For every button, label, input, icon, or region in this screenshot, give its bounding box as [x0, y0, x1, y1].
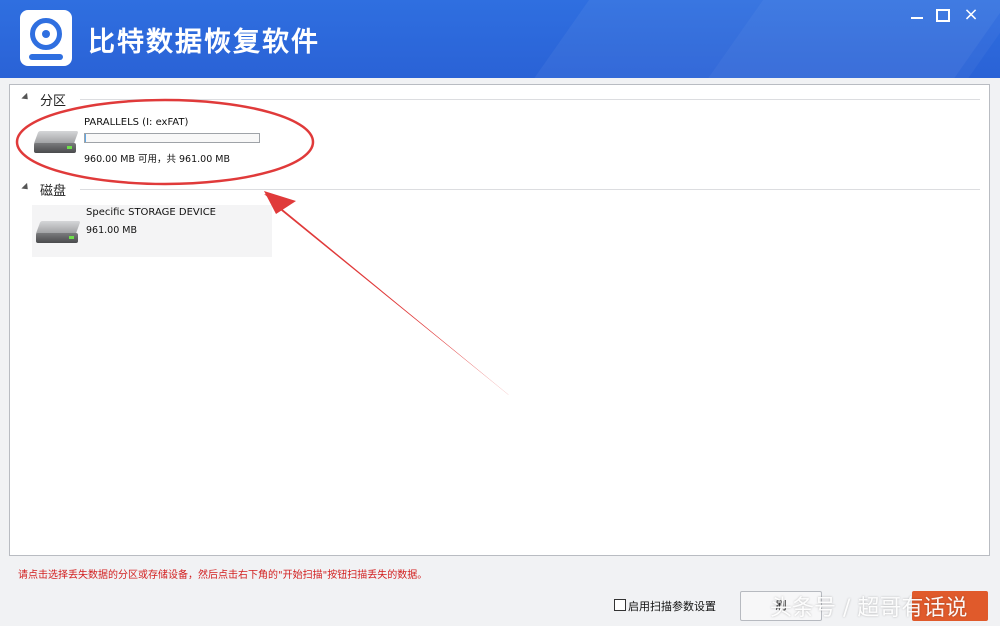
minimize-icon: [911, 17, 923, 19]
hard-drive-icon: [33, 131, 79, 157]
collapse-caret-icon[interactable]: [21, 182, 31, 193]
hint-text: 请点击选择丢失数据的分区或存储设备，然后点击右下角的"开始扫描"按钮扫描丢失的数…: [18, 570, 428, 581]
collapse-caret-icon[interactable]: [21, 92, 31, 103]
app-logo-icon: [20, 10, 72, 66]
title-bar: 比特数据恢复软件 ×: [0, 0, 1000, 78]
usage-bar: [84, 133, 260, 143]
section-label: 磁盘: [40, 184, 67, 199]
scan-settings-label: 启用扫描参数设置: [628, 600, 716, 613]
disk-item[interactable]: Specific STORAGE DEVICE 961.00 MB: [32, 205, 272, 257]
checkbox-box[interactable]: [614, 599, 626, 611]
disk-name: Specific STORAGE DEVICE: [86, 207, 216, 218]
section-divider: [80, 99, 980, 100]
section-divider: [80, 189, 980, 190]
scan-settings-checkbox[interactable]: 启用扫描参数设置: [614, 598, 716, 614]
partition-size: 960.00 MB 可用，共 961.00 MB: [84, 154, 230, 165]
disk-size: 961.00 MB: [86, 225, 137, 236]
partition-item[interactable]: PARALLELS (I: exFAT) 960.00 MB 可用，共 961.…: [30, 115, 270, 167]
maximize-button[interactable]: [928, 4, 958, 26]
device-list-panel: 分区 PARALLELS (I: exFAT) 960.00 MB 可用，共 9…: [9, 84, 990, 556]
section-label: 分区: [40, 94, 67, 109]
watermark-text: 头条号 / 超哥有话说: [770, 596, 968, 621]
partition-name: PARALLELS (I: exFAT): [84, 117, 189, 128]
hard-drive-icon: [35, 221, 81, 247]
close-button[interactable]: ×: [956, 4, 986, 26]
app-title: 比特数据恢复软件: [88, 27, 320, 58]
maximize-icon: [936, 9, 950, 22]
